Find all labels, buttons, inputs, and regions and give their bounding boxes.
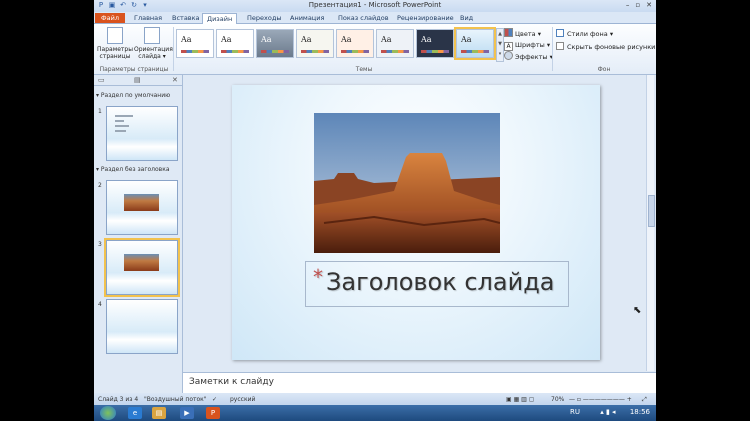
powerpoint-taskbar-icon[interactable]: P bbox=[206, 407, 220, 419]
fit-window-icon[interactable]: ⤢ bbox=[642, 396, 647, 404]
slide-thumb-4[interactable] bbox=[106, 299, 178, 354]
orientation-icon bbox=[144, 27, 160, 44]
themes-gallery: Aa Aa Aa Aa Aa Aa Aa Aa bbox=[176, 29, 494, 59]
clock[interactable]: 18:56 bbox=[630, 408, 650, 416]
theme-6[interactable]: Aa bbox=[376, 29, 414, 58]
canyon-picture[interactable] bbox=[314, 113, 500, 253]
page-setup-label: Параметры страницы bbox=[97, 46, 133, 60]
page-setup-group-label: Параметры страницы bbox=[99, 66, 169, 73]
close-panel-icon[interactable]: ✕ bbox=[172, 76, 178, 84]
explorer-icon[interactable]: ▤ bbox=[152, 407, 166, 419]
tab-file[interactable]: Файл bbox=[95, 13, 125, 23]
powerpoint-window: P ▣ ↶ ↻ ▾ Презентация1 - Microsoft Power… bbox=[94, 0, 656, 405]
keyboard-language[interactable]: RU bbox=[570, 408, 580, 416]
theme-vozdushny-potok[interactable]: Aa bbox=[454, 27, 496, 60]
tab-slideshow[interactable]: Показ слайдов bbox=[334, 13, 393, 23]
start-button[interactable] bbox=[100, 406, 116, 420]
theme-name: "Воздушный поток" bbox=[144, 396, 207, 403]
theme-2[interactable]: Aa bbox=[216, 29, 254, 58]
tab-home[interactable]: Главная bbox=[130, 13, 166, 23]
status-bar: Слайд 3 из 4 "Воздушный поток" ✓ русский… bbox=[94, 393, 656, 405]
notes-pane[interactable]: Заметки к слайду bbox=[183, 372, 656, 394]
zoom-slider[interactable]: — ▫ ——————— + bbox=[569, 396, 632, 403]
animation-marker: * bbox=[313, 265, 323, 289]
colors-button[interactable]: Цвета ▾ bbox=[504, 28, 553, 40]
current-slide[interactable]: * Заголовок слайда bbox=[232, 85, 600, 360]
panel-tabs: ▭ ▤ ✕ bbox=[94, 75, 182, 86]
background-styles-button[interactable]: Стили фона ▾ bbox=[556, 28, 655, 41]
background-group-label: Фон bbox=[597, 66, 611, 73]
slide-orientation-button[interactable]: Ориентация слайда ▾ bbox=[134, 27, 173, 60]
slide-number: 3 bbox=[98, 241, 102, 248]
separator bbox=[552, 27, 553, 71]
theme-4[interactable]: Aa bbox=[296, 29, 334, 58]
thumb-picture bbox=[124, 194, 159, 211]
slide-thumb-3[interactable] bbox=[104, 238, 180, 297]
effects-button[interactable]: Эффекты ▾ bbox=[504, 51, 553, 63]
mouse-cursor: ⬉ bbox=[633, 305, 642, 316]
tab-transitions[interactable]: Переходы bbox=[243, 13, 285, 23]
themes-scroll[interactable]: ▲ ▼ ▾ bbox=[496, 28, 504, 62]
ie-icon[interactable]: e bbox=[128, 407, 142, 419]
language-indicator[interactable]: русский bbox=[230, 396, 255, 403]
theme-3[interactable]: Aa bbox=[256, 29, 294, 58]
title-placeholder[interactable]: * Заголовок слайда bbox=[305, 261, 569, 307]
themes-group-label: Темы bbox=[355, 66, 373, 73]
left-letterbox bbox=[0, 0, 94, 405]
slides-panel: ▭ ▤ ✕ Раздел по умолчанию 1 Раздел без з… bbox=[94, 75, 183, 393]
section-default[interactable]: Раздел по умолчанию bbox=[96, 92, 170, 99]
spellcheck-icon[interactable]: ✓ bbox=[212, 396, 217, 403]
thumb-picture bbox=[124, 254, 159, 271]
slide-number: 4 bbox=[98, 301, 102, 308]
background-group: Стили фона ▾ Скрыть фоновые рисунки bbox=[556, 28, 655, 54]
tray-icons[interactable]: ▴ ▮ ◂ bbox=[600, 408, 615, 416]
ribbon-tabs: Файл Главная Вставка Дизайн Переходы Ани… bbox=[94, 12, 656, 33]
scroll-thumb[interactable] bbox=[648, 195, 655, 227]
page-setup-button[interactable]: Параметры страницы bbox=[97, 27, 133, 60]
tab-animations[interactable]: Анимация bbox=[286, 13, 328, 23]
slides-tab-icon[interactable]: ▤ bbox=[134, 76, 141, 84]
theme-options: Цвета ▾ A Шрифты ▾ Эффекты ▾ bbox=[504, 28, 553, 63]
fonts-button[interactable]: A Шрифты ▾ bbox=[504, 40, 553, 51]
system-tray: RU ▴ ▮ ◂ 18:56 bbox=[570, 408, 650, 416]
outline-tab-icon[interactable]: ▭ bbox=[98, 76, 105, 84]
windows-taskbar: e ▤ ▶ P RU ▴ ▮ ◂ 18:56 bbox=[94, 405, 656, 421]
canyon-image bbox=[314, 113, 500, 253]
page-setup-icon bbox=[107, 27, 123, 44]
notes-placeholder: Заметки к слайду bbox=[189, 377, 274, 387]
thumb-text-lines bbox=[115, 115, 145, 139]
ribbon-design: Параметры страницы Ориентация слайда ▾ П… bbox=[94, 24, 656, 75]
slide-title[interactable]: * Заголовок слайда bbox=[313, 265, 555, 296]
media-player-icon[interactable]: ▶ bbox=[180, 407, 194, 419]
window-title: Презентация1 - Microsoft PowerPoint bbox=[308, 1, 442, 9]
tab-review[interactable]: Рецензирование bbox=[393, 13, 458, 23]
close-button[interactable]: ✕ bbox=[646, 1, 652, 9]
tab-view[interactable]: Вид bbox=[456, 13, 477, 23]
slide-counter: Слайд 3 из 4 bbox=[98, 396, 139, 403]
theme-7[interactable]: Aa bbox=[416, 29, 454, 58]
theme-office[interactable]: Aa bbox=[176, 29, 214, 58]
title-bar: P ▣ ↶ ↻ ▾ Презентация1 - Microsoft Power… bbox=[94, 0, 656, 12]
minimize-button[interactable]: – bbox=[626, 1, 630, 9]
window-controls: – ▫ ✕ bbox=[626, 1, 652, 9]
hide-background-graphics-checkbox[interactable]: Скрыть фоновые рисунки bbox=[556, 41, 655, 54]
slide-editing-area: * Заголовок слайда ⬉ bbox=[183, 75, 656, 371]
maximize-button[interactable]: ▫ bbox=[635, 1, 640, 9]
right-letterbox bbox=[656, 0, 750, 405]
tab-insert[interactable]: Вставка bbox=[168, 13, 204, 23]
slide-thumb-1[interactable] bbox=[106, 106, 178, 161]
slide-number: 1 bbox=[98, 108, 102, 115]
vertical-scrollbar[interactable] bbox=[646, 75, 655, 371]
theme-5[interactable]: Aa bbox=[336, 29, 374, 58]
slide-thumb-2[interactable] bbox=[106, 180, 178, 235]
slide-number: 2 bbox=[98, 182, 102, 189]
orientation-label: Ориентация слайда ▾ bbox=[134, 46, 173, 60]
section-untitled[interactable]: Раздел без заголовка bbox=[96, 166, 170, 173]
zoom-level[interactable]: 70% bbox=[551, 396, 564, 403]
separator bbox=[173, 27, 174, 71]
view-buttons[interactable]: ▣ ▦ ▥ ▢ bbox=[506, 396, 534, 403]
tab-design[interactable]: Дизайн bbox=[202, 13, 238, 24]
